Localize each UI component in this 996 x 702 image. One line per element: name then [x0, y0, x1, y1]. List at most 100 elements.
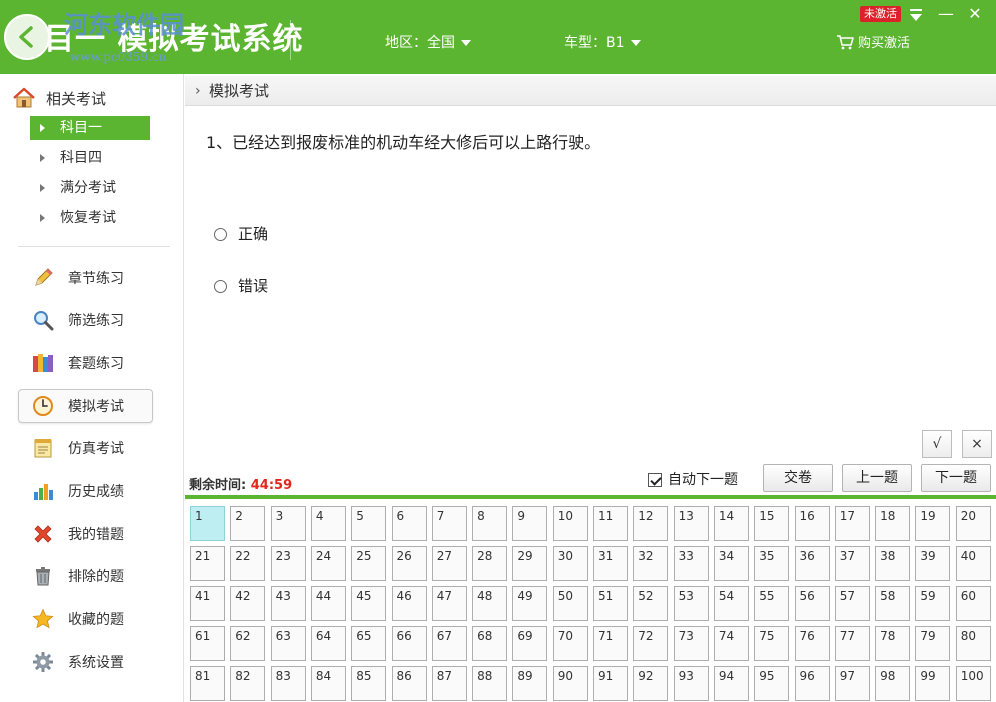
answer-option-correct[interactable]: 正确	[214, 224, 268, 244]
minimize-button[interactable]: —	[936, 4, 956, 24]
question-number-cell[interactable]: 65	[351, 626, 387, 661]
question-number-cell[interactable]: 61	[190, 626, 225, 661]
next-question-button[interactable]: 下一题	[921, 464, 991, 492]
question-number-cell[interactable]: 28	[472, 546, 508, 581]
question-number-cell[interactable]: 35	[754, 546, 790, 581]
question-number-cell[interactable]: 32	[633, 546, 669, 581]
question-number-cell[interactable]: 11	[593, 506, 628, 541]
question-number-cell[interactable]: 64	[310, 626, 346, 661]
question-number-cell[interactable]: 73	[673, 626, 709, 661]
question-number-cell[interactable]: 67	[431, 626, 467, 661]
question-number-cell[interactable]: 8	[472, 506, 508, 541]
sidebar-item-subject-one[interactable]: 科目一	[30, 116, 150, 140]
question-number-cell[interactable]: 29	[512, 546, 548, 581]
question-number-cell[interactable]: 59	[915, 586, 951, 621]
region-select[interactable]: 地区：全国	[385, 34, 471, 52]
question-number-cell[interactable]: 46	[391, 586, 427, 621]
question-number-cell[interactable]: 39	[915, 546, 951, 581]
question-number-cell[interactable]: 9	[512, 506, 548, 541]
question-number-cell[interactable]: 78	[875, 626, 911, 661]
question-number-cell[interactable]: 95	[754, 666, 790, 701]
question-number-cell[interactable]: 66	[391, 626, 427, 661]
nav-history-scores[interactable]: 历史成绩	[18, 474, 153, 508]
question-number-cell[interactable]: 7	[431, 506, 467, 541]
radio-button[interactable]	[214, 279, 227, 293]
question-number-cell[interactable]: 68	[472, 626, 508, 661]
question-number-cell[interactable]: 86	[391, 666, 427, 701]
question-number-cell[interactable]: 69	[512, 626, 548, 661]
menu-dropdown-icon[interactable]	[908, 8, 924, 22]
question-number-cell[interactable]: 21	[190, 546, 225, 581]
question-number-cell[interactable]: 6	[391, 506, 427, 541]
previous-question-button[interactable]: 上一题	[842, 464, 912, 492]
question-number-cell[interactable]: 90	[552, 666, 588, 701]
question-number-cell[interactable]: 52	[633, 586, 669, 621]
submit-exam-button[interactable]: 交卷	[763, 464, 833, 492]
question-number-cell[interactable]: 89	[512, 666, 548, 701]
question-number-cell[interactable]: 72	[633, 626, 669, 661]
question-number-cell[interactable]: 44	[310, 586, 346, 621]
car-type-select[interactable]: 车型：B1	[564, 34, 641, 52]
question-number-cell[interactable]: 82	[230, 666, 266, 701]
question-number-cell[interactable]: 56	[794, 586, 830, 621]
question-number-cell[interactable]: 40	[955, 546, 991, 581]
question-number-cell[interactable]: 84	[310, 666, 346, 701]
question-number-cell[interactable]: 81	[190, 666, 225, 701]
buy-activate-button[interactable]: 购买激活	[836, 34, 910, 53]
radio-button[interactable]	[214, 227, 227, 241]
question-number-cell[interactable]: 85	[351, 666, 387, 701]
nav-favorite-questions[interactable]: 收藏的题	[18, 602, 153, 636]
question-number-cell[interactable]: 26	[391, 546, 427, 581]
question-number-cell[interactable]: 62	[230, 626, 266, 661]
question-number-cell[interactable]: 42	[230, 586, 266, 621]
related-exams-heading[interactable]: 相关考试	[12, 86, 106, 110]
question-number-cell[interactable]: 37	[834, 546, 870, 581]
question-number-cell[interactable]: 34	[713, 546, 749, 581]
question-number-cell[interactable]: 43	[270, 586, 306, 621]
nav-system-settings[interactable]: 系统设置	[18, 645, 153, 679]
question-number-cell[interactable]: 1	[190, 506, 225, 541]
question-number-cell[interactable]: 16	[794, 506, 830, 541]
nav-set-practice[interactable]: 套题练习	[18, 346, 153, 380]
question-number-cell[interactable]: 20	[955, 506, 991, 541]
question-number-cell[interactable]: 41	[190, 586, 225, 621]
question-number-cell[interactable]: 25	[351, 546, 387, 581]
question-number-cell[interactable]: 5	[351, 506, 387, 541]
question-number-cell[interactable]: 38	[875, 546, 911, 581]
question-number-cell[interactable]: 77	[834, 626, 870, 661]
question-number-cell[interactable]: 3	[270, 506, 306, 541]
question-number-cell[interactable]: 23	[270, 546, 306, 581]
question-number-cell[interactable]: 2	[230, 506, 266, 541]
question-number-cell[interactable]: 31	[593, 546, 628, 581]
question-number-cell[interactable]: 53	[673, 586, 709, 621]
question-number-cell[interactable]: 70	[552, 626, 588, 661]
nav-simulated-exam[interactable]: 仿真考试	[18, 431, 153, 465]
question-number-cell[interactable]: 57	[834, 586, 870, 621]
sidebar-item-subject-four[interactable]: 科目四	[30, 146, 150, 170]
question-number-cell[interactable]: 33	[673, 546, 709, 581]
question-number-cell[interactable]: 50	[552, 586, 588, 621]
close-button[interactable]: ✕	[965, 4, 985, 24]
question-number-cell[interactable]: 15	[754, 506, 790, 541]
question-number-cell[interactable]: 22	[230, 546, 266, 581]
question-number-cell[interactable]: 10	[552, 506, 588, 541]
question-number-cell[interactable]: 51	[593, 586, 628, 621]
answer-option-wrong[interactable]: 错误	[214, 276, 268, 296]
nav-filter-practice[interactable]: 筛选练习	[18, 303, 153, 337]
question-number-cell[interactable]: 14	[713, 506, 749, 541]
question-number-cell[interactable]: 48	[472, 586, 508, 621]
sidebar-item-full-score-exam[interactable]: 满分考试	[30, 176, 150, 200]
question-number-cell[interactable]: 60	[955, 586, 991, 621]
question-number-cell[interactable]: 98	[875, 666, 911, 701]
question-number-cell[interactable]: 18	[875, 506, 911, 541]
sidebar-item-resume-exam[interactable]: 恢复考试	[30, 206, 150, 230]
question-number-cell[interactable]: 92	[633, 666, 669, 701]
question-number-cell[interactable]: 45	[351, 586, 387, 621]
question-number-cell[interactable]: 96	[794, 666, 830, 701]
question-number-cell[interactable]: 63	[270, 626, 306, 661]
question-number-cell[interactable]: 76	[794, 626, 830, 661]
question-number-cell[interactable]: 4	[310, 506, 346, 541]
question-number-cell[interactable]: 58	[875, 586, 911, 621]
question-number-cell[interactable]: 99	[915, 666, 951, 701]
question-number-cell[interactable]: 88	[472, 666, 508, 701]
